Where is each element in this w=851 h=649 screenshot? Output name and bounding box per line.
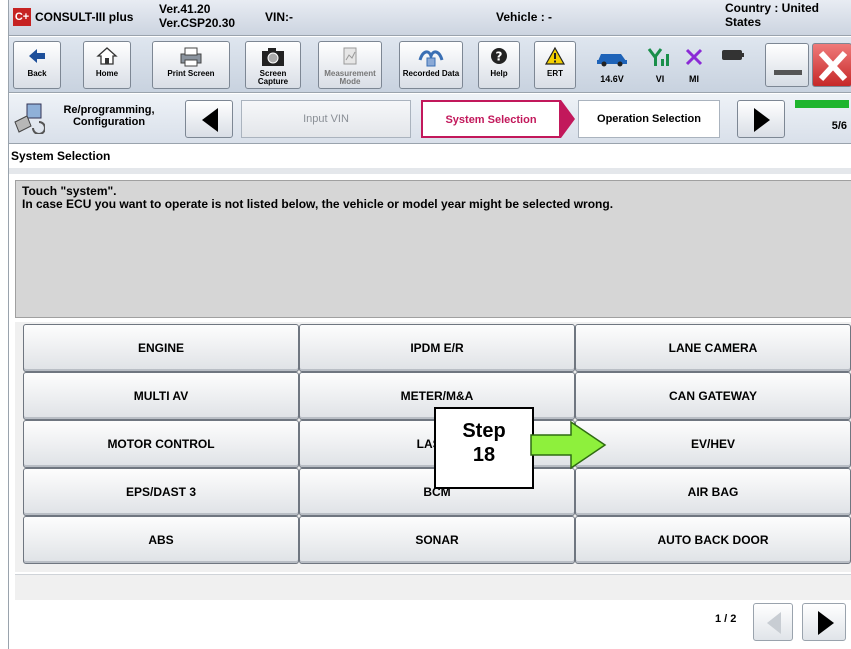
triangle-left-icon	[202, 108, 218, 132]
crumb-system-selection[interactable]: System Selection	[421, 100, 561, 138]
battery-icon	[722, 50, 744, 60]
pager: 1 / 2	[15, 600, 851, 649]
svg-text:?: ?	[496, 50, 503, 64]
recorded-data-icon	[400, 42, 462, 70]
next-page-button[interactable]	[802, 603, 846, 641]
system-button-eps-dast-3[interactable]: EPS/DAST 3	[23, 468, 299, 516]
step-progress: 5/6	[795, 100, 849, 138]
home-button[interactable]: Home	[83, 41, 131, 89]
home-icon	[84, 42, 130, 70]
mode-label: Re/programming, Configuration	[63, 104, 155, 128]
help-button[interactable]: ? Help	[478, 41, 520, 89]
back-button[interactable]: Back	[13, 41, 61, 89]
warning-icon	[535, 42, 575, 70]
consult-app-window: C+ CONSULT-III plus Ver.41.20 Ver.CSP20.…	[8, 0, 851, 649]
step-callout: Step 18	[434, 407, 534, 489]
measurement-mode-label: Measurement Mode	[324, 69, 376, 86]
triangle-right-icon	[754, 108, 770, 132]
battery-voltage-status: 14.6V	[592, 47, 632, 84]
disconnected-x-icon	[685, 48, 703, 66]
step-progress-bar	[795, 100, 849, 108]
screen-capture-button[interactable]: Screen Capture	[245, 41, 301, 89]
ert-button[interactable]: ERT	[534, 41, 576, 89]
vin-label: VIN:-	[265, 10, 293, 24]
camera-icon	[246, 42, 300, 70]
crumb-operation-selection[interactable]: Operation Selection	[578, 100, 720, 138]
version-secondary: Ver.CSP20.30	[159, 16, 236, 30]
step-progress-text: 5/6	[831, 120, 847, 132]
previous-page-button[interactable]	[753, 603, 793, 641]
step-callout-word: Step	[462, 420, 506, 442]
system-button-lane-camera[interactable]: LANE CAMERA	[575, 324, 851, 372]
green-arrow-icon	[530, 420, 607, 470]
help-label: Help	[490, 69, 508, 78]
help-icon: ?	[479, 42, 519, 70]
active-crumb-pointer-icon	[561, 100, 575, 138]
system-grid: ENGINE IPDM E/R LANE CAMERA MULTI AV METER/M…	[15, 322, 851, 572]
close-button[interactable]	[812, 43, 851, 87]
system-button-abs[interactable]: ABS	[23, 516, 299, 564]
system-button-can-gateway[interactable]: CAN GATEWAY	[575, 372, 851, 420]
toolbar: Back Home Print Screen Screen Capture Me…	[9, 37, 851, 93]
vi-label: VI	[655, 74, 665, 84]
system-button-air-bag[interactable]: AIR BAG	[575, 468, 851, 516]
voltage-label: 14.6V	[600, 74, 624, 84]
ert-label: ERT	[547, 69, 563, 78]
system-button-ipdm-e-r[interactable]: IPDM E/R	[299, 324, 575, 372]
signal-icon	[647, 48, 669, 66]
previous-step-button[interactable]	[185, 100, 233, 138]
system-button-engine[interactable]: ENGINE	[23, 324, 299, 372]
consult-logo-icon: C+	[13, 8, 31, 26]
vehicle-label: Vehicle : -	[496, 10, 553, 24]
printer-icon	[153, 42, 229, 70]
print-screen-button[interactable]: Print Screen	[152, 41, 230, 89]
print-screen-label: Print Screen	[167, 69, 215, 78]
crumb-input-vin[interactable]: Input VIN	[241, 100, 411, 138]
back-arrow-icon	[14, 42, 60, 70]
page-indicator: 1 / 2	[715, 613, 737, 625]
next-step-button[interactable]	[737, 100, 785, 138]
back-label: Back	[27, 69, 47, 78]
instruction-panel: Touch "system". In case ECU you want to …	[15, 180, 851, 318]
triangle-right-icon	[818, 611, 834, 635]
title-bar: C+ CONSULT-III plus Ver.41.20 Ver.CSP20.…	[9, 0, 851, 36]
system-button-motor-control[interactable]: MOTOR CONTROL	[23, 420, 299, 468]
system-button-ev-hev[interactable]: EV/HEV	[575, 420, 851, 468]
instruction-line-2: In case ECU you want to operate is not l…	[22, 197, 614, 211]
recorded-data-button[interactable]: Recorded Data	[399, 41, 463, 89]
vi-status: VI	[645, 47, 675, 84]
recorded-data-label: Recorded Data	[402, 69, 460, 78]
battery-status	[719, 47, 747, 68]
car-icon	[597, 54, 627, 67]
system-button-sonar[interactable]: SONAR	[299, 516, 575, 564]
mi-label: MI	[689, 74, 699, 84]
version-primary: Ver.41.20	[159, 2, 211, 16]
system-button-auto-back-door[interactable]: AUTO BACK DOOR	[575, 516, 851, 564]
system-button-multi-av[interactable]: MULTI AV	[23, 372, 299, 420]
home-label: Home	[95, 69, 119, 78]
step-callout-number: 18	[472, 444, 496, 466]
mi-status: MI	[679, 47, 709, 84]
triangle-left-icon	[767, 612, 781, 634]
measurement-mode-button[interactable]: Measurement Mode	[318, 41, 382, 89]
minimize-icon	[774, 70, 802, 75]
minimize-button[interactable]	[765, 43, 809, 87]
reprogramming-icon	[13, 102, 46, 135]
screen-capture-label: Screen Capture	[257, 69, 289, 86]
divider	[9, 168, 851, 174]
close-icon	[818, 50, 848, 82]
country-label: Country : United States	[725, 1, 819, 29]
page-title: System Selection	[9, 146, 851, 166]
step-navigation-bar: Re/programming, Configuration Input VIN …	[9, 94, 851, 144]
empty-grid-row	[15, 574, 851, 600]
app-name: CONSULT-III plus	[35, 10, 134, 24]
measurement-icon	[319, 42, 381, 70]
